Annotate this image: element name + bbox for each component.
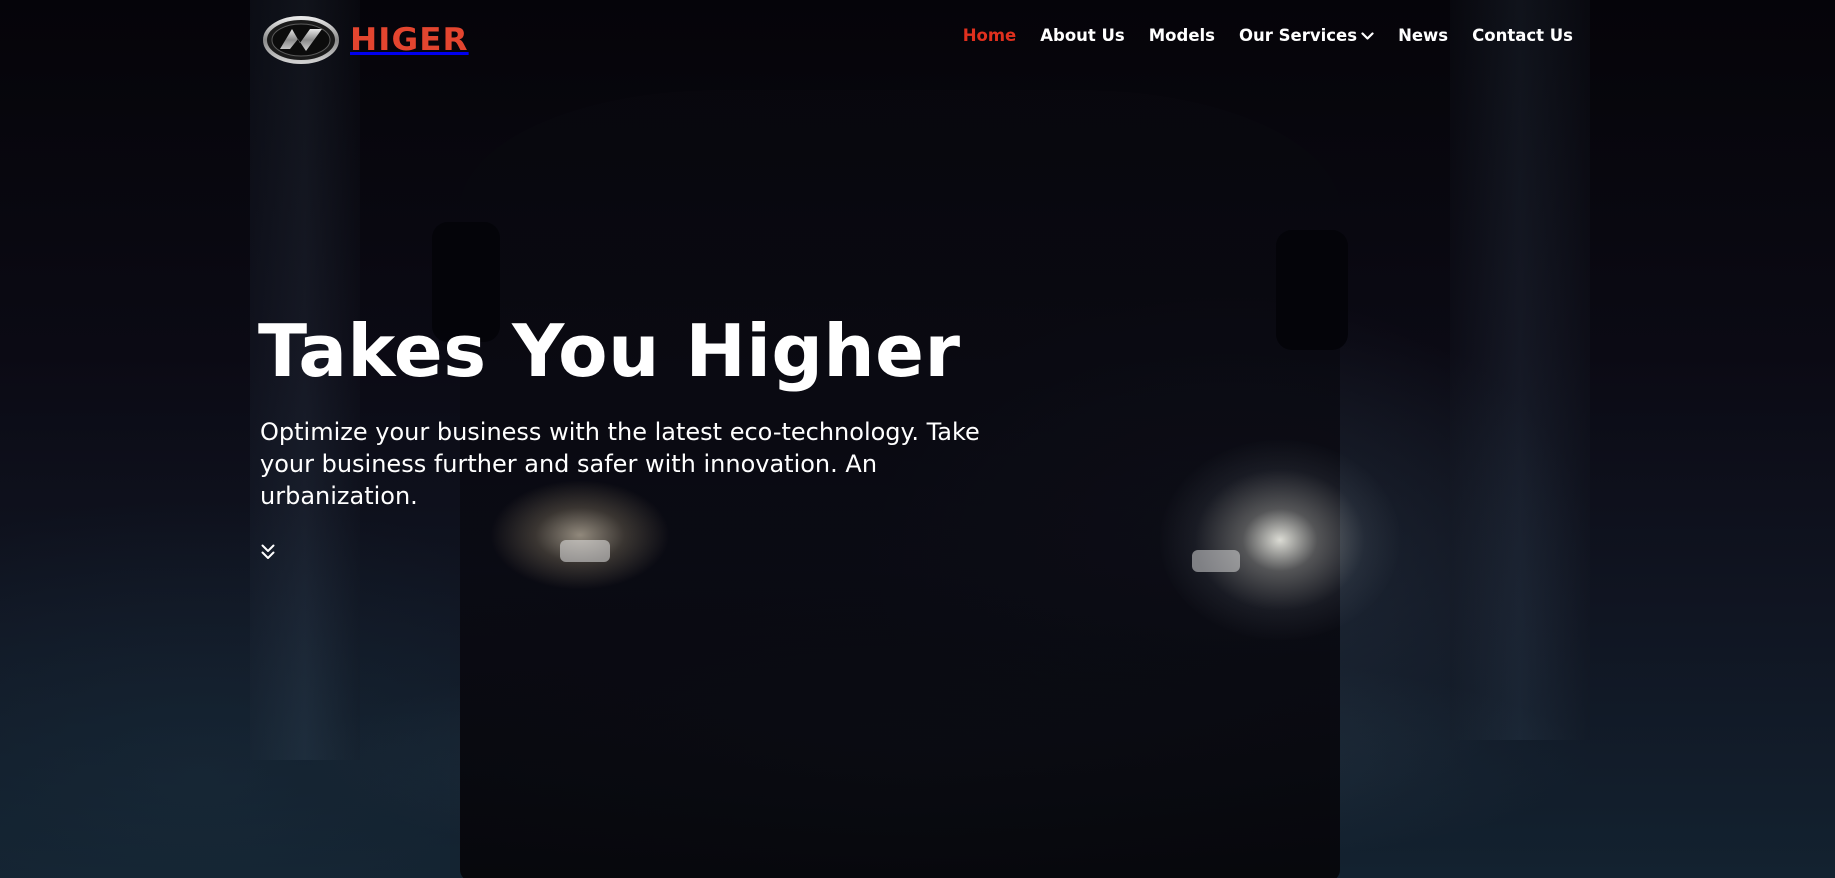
- higer-emblem-icon: [263, 16, 339, 64]
- nav-item-label: Home: [962, 26, 1017, 45]
- nav-item-label: About Us: [1040, 26, 1125, 45]
- nav-item-news[interactable]: News: [1398, 26, 1448, 45]
- nav-item-home[interactable]: Home: [963, 26, 1017, 45]
- hero-section: HIGER Home About Us Models Our Services …: [0, 0, 1835, 878]
- background-lamp-left: [560, 540, 610, 562]
- nav-item-our-services[interactable]: Our Services: [1239, 26, 1374, 45]
- nav-item-models[interactable]: Models: [1149, 26, 1215, 45]
- logo-wordmark: HIGER: [350, 22, 469, 58]
- nav-item-about-us[interactable]: About Us: [1040, 26, 1125, 45]
- nav-item-label: News: [1398, 26, 1449, 45]
- double-chevron-down-icon: [261, 544, 275, 559]
- logo-link[interactable]: HIGER: [262, 14, 468, 66]
- scroll-down-button[interactable]: [260, 543, 276, 561]
- nav-item-label: Our Services: [1238, 26, 1358, 45]
- background-pillar-right: [1450, 0, 1590, 740]
- hero-title: Takes You Higher: [258, 309, 961, 393]
- nav-item-contact-us[interactable]: Contact Us: [1472, 26, 1573, 45]
- main-nav: Home About Us Models Our Services News C…: [963, 26, 1573, 45]
- site-header: HIGER Home About Us Models Our Services …: [0, 0, 1835, 80]
- background-van-mirror-right: [1276, 230, 1348, 350]
- background-headlight-right: [1160, 440, 1400, 640]
- hero-subtitle: Optimize your business with the latest e…: [260, 418, 980, 510]
- nav-item-label: Contact Us: [1472, 26, 1573, 45]
- chevron-down-icon: [1361, 31, 1374, 40]
- nav-item-label: Models: [1148, 26, 1215, 45]
- background-lamp-right: [1192, 550, 1240, 572]
